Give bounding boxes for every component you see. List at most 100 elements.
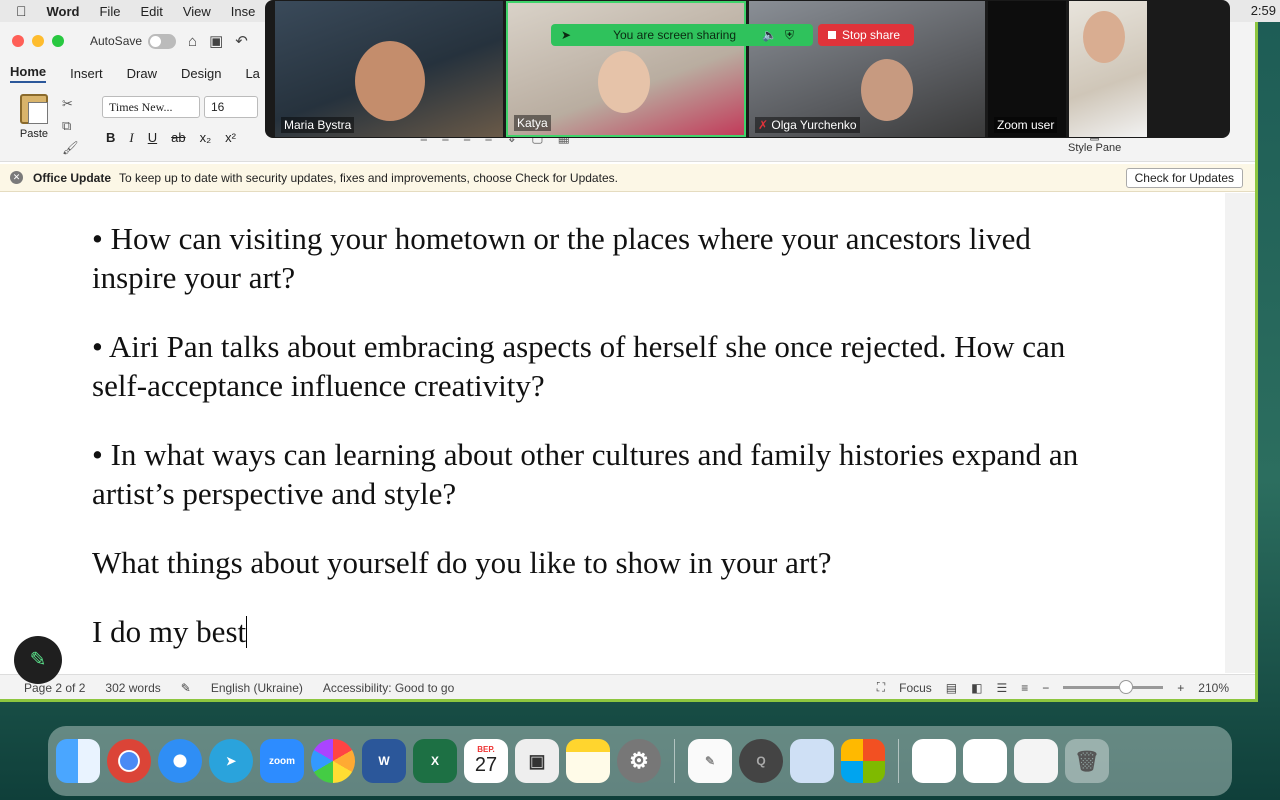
trash-icon[interactable]: 🗑 — [1065, 739, 1109, 783]
participant-name: Maria Bystra — [281, 117, 355, 133]
participant-tile[interactable]: Zoom user — [988, 1, 1066, 137]
draft-icon[interactable]: ≡ — [1021, 681, 1028, 695]
check-for-updates-button[interactable]: Check for Updates — [1125, 168, 1243, 188]
text-caret — [246, 616, 248, 648]
copy-icon[interactable]: ⧉ — [62, 118, 79, 134]
autosave-toggle[interactable] — [148, 33, 177, 49]
autosave: AutoSave — [90, 33, 177, 49]
screenshot-icon[interactable]: ▣ — [515, 739, 559, 783]
system-settings-icon[interactable]: ⚙ — [617, 739, 661, 783]
participant-video — [355, 41, 425, 121]
participant-video — [1083, 11, 1125, 63]
participant-tile[interactable] — [1069, 1, 1147, 137]
tab-home[interactable]: Home — [10, 64, 47, 83]
zoom-level[interactable]: 210% — [1198, 681, 1229, 695]
paste-button[interactable]: Paste — [14, 94, 54, 140]
document-canvas[interactable]: • How can visiting your hometown or the … — [0, 193, 1225, 673]
menu-file[interactable]: File — [99, 4, 120, 19]
format-row: B I U ab x₂ x² — [106, 130, 236, 146]
tab-insert[interactable]: Insert — [70, 66, 103, 81]
chrome-icon[interactable] — [107, 739, 151, 783]
doc-paragraph-current[interactable]: I do my best — [92, 612, 1092, 651]
undo-icon[interactable]: ↶ — [235, 32, 248, 50]
tab-draw[interactable]: Draw — [127, 66, 157, 81]
tab-design[interactable]: Design — [181, 66, 221, 81]
apple-icon[interactable]:  — [16, 3, 27, 19]
subscript-button[interactable]: x₂ — [200, 130, 212, 146]
quicktime-icon[interactable]: Q — [739, 739, 783, 783]
participant-video — [598, 51, 650, 113]
italic-button[interactable]: I — [129, 130, 133, 146]
zoom-in-button[interactable]: + — [1177, 681, 1184, 695]
zoom-slider-knob[interactable] — [1119, 680, 1134, 694]
safari-icon[interactable] — [158, 739, 202, 783]
microsoft-autoupdate-icon[interactable] — [841, 739, 885, 783]
document-icon[interactable] — [1014, 739, 1058, 783]
zoom-slider[interactable] — [1063, 680, 1164, 694]
audio-icon[interactable]: 🔈 — [762, 28, 777, 42]
finder-icon[interactable] — [56, 739, 100, 783]
photos-icon[interactable] — [311, 739, 355, 783]
accessibility-status[interactable]: Accessibility: Good to go — [323, 681, 454, 695]
tab-layout[interactable]: La — [245, 66, 259, 81]
web-layout-icon[interactable]: ◧ — [971, 681, 982, 695]
screen-sharing-indicator[interactable]: ➤ You are screen sharing 🔈 ⛨ — [551, 24, 813, 46]
outline-icon[interactable]: ☰ — [996, 681, 1007, 695]
excel-icon[interactable]: X — [413, 739, 457, 783]
superscript-button[interactable]: x² — [225, 130, 236, 146]
dismiss-icon[interactable]: ✕ — [10, 171, 23, 184]
font-name-select[interactable]: Times New... — [102, 96, 200, 118]
participant-tile[interactable]: ✗ Olga Yurchenko — [749, 1, 985, 137]
clock[interactable]: 2:59 — [1251, 3, 1276, 18]
participant-tile-active[interactable]: Katya — [506, 1, 746, 137]
word-count[interactable]: 302 words — [105, 681, 160, 695]
current-line-text[interactable]: I do my best — [92, 614, 246, 649]
print-layout-icon[interactable]: ▤ — [946, 681, 957, 695]
share-icon: ➤ — [561, 28, 572, 42]
document-icon[interactable] — [963, 739, 1007, 783]
focus-button[interactable]: Focus — [899, 681, 932, 695]
zoom-window-button[interactable] — [52, 35, 64, 47]
zoom-out-button[interactable]: − — [1042, 681, 1049, 695]
menu-app-name[interactable]: Word — [47, 4, 80, 19]
save-icon[interactable]: ▣ — [209, 32, 223, 50]
security-shield-icon[interactable]: ⛨ — [785, 28, 794, 43]
menu-insert[interactable]: Inse — [231, 4, 256, 19]
close-window-button[interactable] — [12, 35, 24, 47]
document-icon[interactable] — [912, 739, 956, 783]
language[interactable]: English (Ukraine) — [211, 681, 303, 695]
notes-icon[interactable] — [566, 739, 610, 783]
participant-tile[interactable]: Maria Bystra — [275, 1, 503, 137]
home-icon[interactable]: ⌂ — [188, 33, 197, 50]
stop-share-button[interactable]: Stop share — [818, 24, 914, 46]
menu-view[interactable]: View — [183, 4, 211, 19]
doc-paragraph[interactable]: • In what ways can learning about other … — [92, 435, 1092, 513]
format-painter-icon[interactable]: 🖌 — [62, 140, 79, 156]
status-right: ⛶ Focus ▤ ◧ ☰ ≡ − + 210% — [877, 680, 1229, 695]
participant-video — [861, 59, 913, 121]
cut-icon[interactable]: ✂ — [62, 96, 79, 112]
doc-paragraph[interactable]: • How can visiting your hometown or the … — [92, 219, 1092, 297]
word-icon[interactable]: W — [362, 739, 406, 783]
autosave-label: AutoSave — [90, 34, 143, 48]
pen-icon[interactable]: ✎ — [14, 636, 62, 684]
doc-paragraph[interactable]: What things about yourself do you like t… — [92, 543, 1092, 582]
zoom-icon[interactable]: zoom — [260, 739, 304, 783]
update-message: To keep up to date with security updates… — [119, 170, 618, 185]
preview-icon[interactable] — [790, 739, 834, 783]
menu-edit[interactable]: Edit — [140, 4, 162, 19]
focus-icon[interactable]: ⛶ — [877, 680, 885, 695]
doc-paragraph[interactable]: • Airi Pan talks about embracing aspects… — [92, 327, 1092, 405]
textedit-icon[interactable]: ✎ — [688, 739, 732, 783]
telegram-icon[interactable]: ➤ — [209, 739, 253, 783]
minimize-window-button[interactable] — [32, 35, 44, 47]
underline-button[interactable]: U — [148, 130, 157, 146]
bold-button[interactable]: B — [106, 130, 115, 146]
office-update-bar: ✕ Office Update To keep up to date with … — [0, 164, 1255, 192]
calendar-month: ВЕР. — [477, 745, 495, 754]
proofing-icon[interactable]: ✎ — [181, 681, 191, 695]
strikethrough-button[interactable]: ab — [171, 130, 185, 146]
font-size-select[interactable]: 16 — [204, 96, 258, 118]
vertical-scrollbar[interactable] — [1225, 193, 1255, 673]
calendar-icon[interactable]: ВЕР. 27 — [464, 739, 508, 783]
